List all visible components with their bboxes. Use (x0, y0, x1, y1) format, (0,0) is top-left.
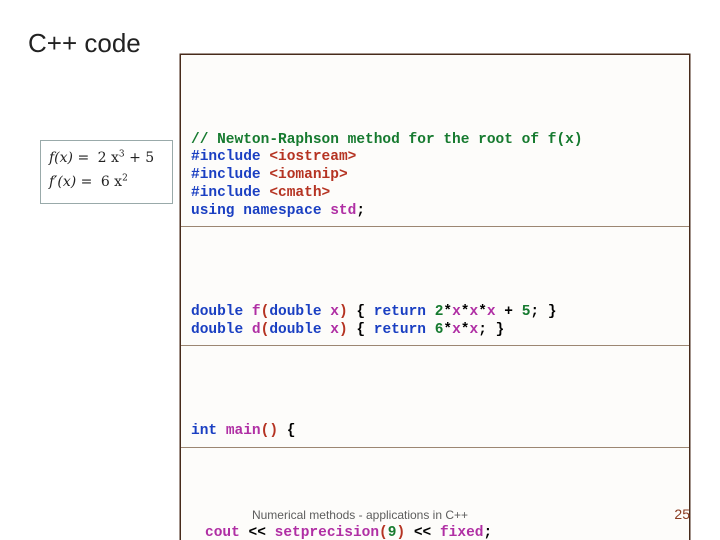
formula-f-lhs: f(x) = (49, 150, 89, 166)
formula-d-lhs: f′(x) = (49, 174, 92, 190)
slide: C++ code f(x) = 2 x3 + 5 f′(x) = 6 x2 //… (0, 0, 720, 540)
formula-f-rhs: 2 x3 + 5 (98, 150, 155, 166)
slide-title: C++ code (28, 28, 141, 59)
code-sec-main-header: int main() { (181, 399, 689, 447)
code-box: // Newton-Raphson method for the root of… (180, 54, 690, 540)
footer-text: Numerical methods - applications in C++ (0, 508, 720, 522)
formula-d: f′(x) = 6 x2 (49, 171, 164, 195)
formula-f: f(x) = 2 x3 + 5 (49, 147, 164, 171)
formula-box: f(x) = 2 x3 + 5 f′(x) = 6 x2 (40, 140, 173, 204)
code-sec-includes: // Newton-Raphson method for the root of… (181, 108, 689, 227)
page-number: 25 (674, 506, 690, 522)
formula-d-rhs: 6 x2 (101, 174, 128, 190)
footer: Numerical methods - applications in C++ … (0, 508, 720, 522)
code-sec-functions: double f(double x) { return 2*x*x*x + 5;… (181, 280, 689, 346)
